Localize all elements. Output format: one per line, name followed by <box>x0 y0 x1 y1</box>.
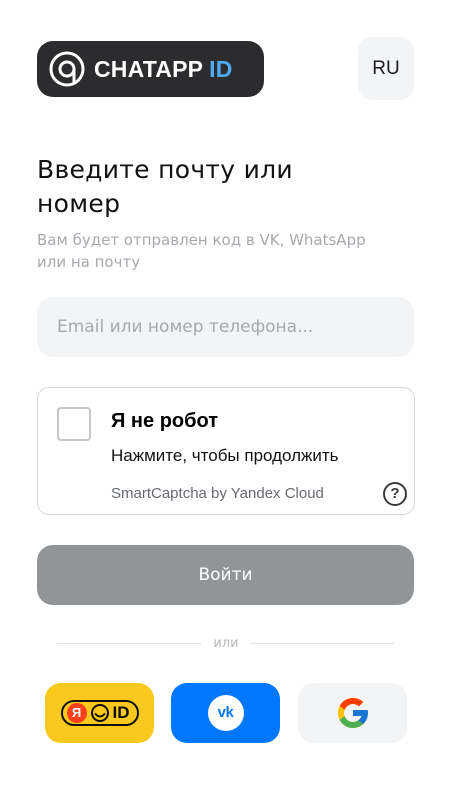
yandex-id-icon: Я ID <box>60 700 139 726</box>
yandex-id-login-button[interactable]: Я ID <box>45 683 154 743</box>
page-title: Введите почту или номер <box>37 155 293 218</box>
language-selector[interactable]: RU <box>358 37 414 100</box>
vk-icon: vk <box>207 695 244 731</box>
google-icon <box>337 698 368 728</box>
google-login-button[interactable] <box>298 683 407 743</box>
page-subtitle: Вам будет отправлен код в VK, WhatsApp и… <box>37 231 366 271</box>
login-button[interactable]: Войти <box>37 545 414 605</box>
chatapp-logo-icon <box>49 51 85 87</box>
captcha-title: Я не робот <box>111 410 218 432</box>
captcha-subtitle: Нажмите, чтобы продолжить <box>111 446 339 465</box>
captcha-checkbox[interactable] <box>57 407 91 441</box>
yandex-id-glyph: ID <box>112 703 130 722</box>
divider-text: или <box>213 635 239 651</box>
or-divider: или <box>57 633 395 653</box>
smart-captcha: Я не робот Нажмите, чтобы продолжить Sma… <box>37 387 415 515</box>
help-icon[interactable]: ? <box>383 482 407 506</box>
chatapp-id-logo[interactable]: CHATAPP ID <box>37 41 264 97</box>
yandex-smile-icon <box>90 704 109 722</box>
logo-text: CHATAPP ID <box>94 56 233 83</box>
logo-id-suffix: ID <box>209 55 233 82</box>
vk-login-button[interactable]: vk <box>171 683 280 743</box>
email-or-phone-input[interactable] <box>37 297 414 357</box>
yandex-ya-glyph: Я <box>66 703 87 723</box>
divider-line-left <box>57 642 202 644</box>
divider-line-right <box>250 642 395 644</box>
logo-name: CHATAPP <box>94 55 204 82</box>
captcha-brand: SmartCaptcha by Yandex Cloud <box>111 485 324 502</box>
